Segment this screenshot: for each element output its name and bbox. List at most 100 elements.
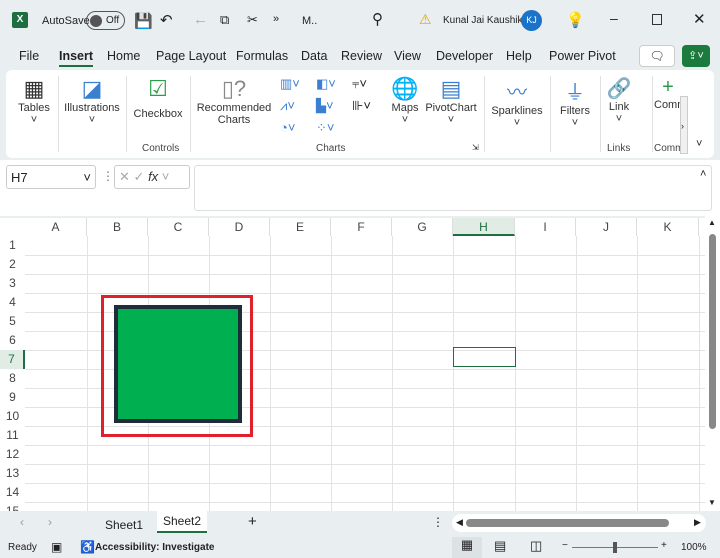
maximize-button[interactable] [652, 14, 662, 25]
worksheet-grid[interactable]: 15 14 13 12 11 10 9 8 7 6 5 4 3 2 1 K J I H G F E D C B A [0, 216, 705, 511]
waterfall-chart-icon[interactable]: ⫧˅ [352, 76, 367, 92]
sparklines-button[interactable]: 〰 Sparklines ˅ [488, 76, 546, 129]
ribbon-scroll-right[interactable]: › [680, 96, 688, 154]
row-header-6[interactable]: 6 [0, 331, 25, 350]
column-header-G[interactable]: G [392, 218, 453, 236]
save-icon[interactable]: 💾 [134, 12, 153, 30]
add-sheet-button[interactable]: + [248, 513, 257, 530]
row-header-12[interactable]: 12 [0, 445, 25, 464]
search-icon[interactable]: ⚲ [372, 10, 383, 28]
next-sheet-icon[interactable]: › [48, 515, 52, 529]
link-button[interactable]: 🔗 Link ˅ [604, 76, 634, 125]
row-header-9[interactable]: 9 [0, 388, 25, 407]
green-rectangle-shape[interactable] [114, 305, 242, 423]
column-header-B[interactable]: B [87, 218, 148, 236]
maps-button[interactable]: 🌐 Maps ˅ [388, 76, 422, 126]
illustrations-button[interactable]: ◪ Illustrations ˅ [62, 76, 122, 126]
zoom-level[interactable]: 100% [681, 542, 707, 553]
column-header-A[interactable]: A [25, 218, 87, 236]
copy-icon[interactable]: ⧉ [220, 12, 229, 28]
tab-home[interactable]: Home [107, 49, 140, 63]
column-header-K[interactable]: K [637, 218, 699, 236]
column-header-J[interactable]: J [576, 218, 637, 236]
combo-chart-icon[interactable]: ⊪˅ [352, 98, 371, 114]
checkbox-button[interactable]: ☑ Checkbox [132, 76, 184, 120]
dialog-launcher-icon[interactable]: ⇲ [472, 143, 479, 152]
sheet-tab-sheet1[interactable]: Sheet1 [105, 518, 143, 532]
back-icon[interactable]: ← [193, 11, 208, 28]
row-header-4[interactable]: 4 [0, 293, 25, 312]
column-header-I[interactable]: I [515, 218, 576, 236]
horizontal-scrollbar[interactable]: ◀ ▶ [452, 514, 706, 532]
pie-chart-icon[interactable]: ◔˅ [280, 120, 295, 135]
recommended-charts-button[interactable]: ▯? Recommended Charts [196, 76, 272, 126]
minimize-button[interactable]: – [610, 10, 618, 26]
tab-insert[interactable]: Insert [59, 49, 94, 67]
enter-icon[interactable]: ✓ [134, 169, 145, 184]
comments-button[interactable]: 🗨 [639, 45, 675, 67]
collapse-ribbon-icon[interactable]: ˅ [696, 138, 702, 150]
vertical-scrollbar[interactable]: ▲ ▼ [705, 216, 720, 511]
pivotchart-button[interactable]: ▤ PivotChart ˅ [424, 76, 478, 126]
avatar[interactable]: KJ [521, 10, 542, 31]
tab-developer[interactable]: Developer [436, 49, 493, 63]
row-header-11[interactable]: 11 [0, 426, 25, 445]
row-header-15[interactable]: 15 [0, 502, 25, 511]
tab-review[interactable]: Review [341, 49, 382, 63]
column-header-E[interactable]: E [270, 218, 331, 236]
column-header-C[interactable]: C [148, 218, 209, 236]
row-header-1[interactable]: 1 [0, 236, 25, 255]
name-box[interactable]: H7 ˅ [6, 165, 96, 189]
statistic-chart-icon[interactable]: ▙˅ [316, 98, 334, 114]
row-header-14[interactable]: 14 [0, 483, 25, 502]
sheet-tab-sheet2[interactable]: Sheet2 [157, 511, 208, 533]
formula-input[interactable] [194, 165, 712, 211]
column-header-D[interactable]: D [209, 218, 270, 236]
row-header-2[interactable]: 2 [0, 255, 25, 274]
row-header-13[interactable]: 13 [0, 464, 25, 483]
tab-formulas[interactable]: Formulas [236, 49, 288, 63]
tab-data[interactable]: Data [301, 49, 327, 63]
page-layout-view-button[interactable]: ▤ [494, 538, 506, 554]
comment-button[interactable]: +Comm [654, 76, 682, 111]
zoom-in-button[interactable]: + [661, 540, 667, 551]
tab-help[interactable]: Help [506, 49, 532, 63]
normal-view-button[interactable]: ▦ [452, 537, 482, 558]
filename[interactable]: M.. [302, 15, 317, 27]
tab-view[interactable]: View [394, 49, 421, 63]
cancel-icon[interactable]: ✕ [119, 169, 130, 184]
row-header-5[interactable]: 5 [0, 312, 25, 331]
lightbulb-icon[interactable]: 💡 [566, 11, 585, 29]
scatter-chart-icon[interactable]: ⁘˅ [316, 120, 334, 136]
share-button[interactable]: ⇪˅ [682, 45, 710, 67]
filters-button[interactable]: ⏚ Filters ˅ [554, 76, 596, 129]
row-header-7[interactable]: 7 [0, 350, 25, 369]
selected-cell[interactable] [453, 347, 516, 367]
more-commands-icon[interactable]: » [273, 13, 279, 25]
close-button[interactable]: ✕ [693, 10, 706, 28]
tables-button[interactable]: ▦ Tables ˅ [12, 76, 56, 126]
tab-file[interactable]: File [19, 49, 39, 63]
collapse-formula-icon[interactable]: ˄ [700, 168, 706, 180]
column-chart-icon[interactable]: ▥˅ [280, 76, 300, 92]
line-chart-icon[interactable]: ⩘˅ [280, 98, 295, 114]
accessibility-status[interactable]: Accessibility: Investigate [95, 542, 215, 553]
zoom-out-button[interactable]: − [562, 540, 568, 551]
hierarchy-chart-icon[interactable]: ◧˅ [316, 76, 336, 92]
autosave-toggle[interactable]: Off [86, 11, 125, 30]
cut-icon[interactable]: ✂ [247, 12, 258, 28]
prev-sheet-icon[interactable]: ‹ [20, 515, 24, 529]
insert-function-button[interactable]: fx [148, 169, 158, 184]
row-header-8[interactable]: 8 [0, 369, 25, 388]
horizontal-scroll-thumb[interactable] [466, 519, 669, 527]
column-header-H[interactable]: H [453, 218, 515, 236]
column-header-F[interactable]: F [331, 218, 392, 236]
tab-power-pivot[interactable]: Power Pivot [549, 49, 616, 63]
macro-record-icon[interactable]: ▣ [51, 540, 62, 554]
vertical-scroll-thumb[interactable] [709, 234, 716, 429]
tab-page-layout[interactable]: Page Layout [156, 49, 226, 63]
row-header-3[interactable]: 3 [0, 274, 25, 293]
zoom-slider-thumb[interactable] [613, 542, 617, 553]
row-header-10[interactable]: 10 [0, 407, 25, 426]
page-break-view-button[interactable]: ◫ [530, 538, 542, 554]
